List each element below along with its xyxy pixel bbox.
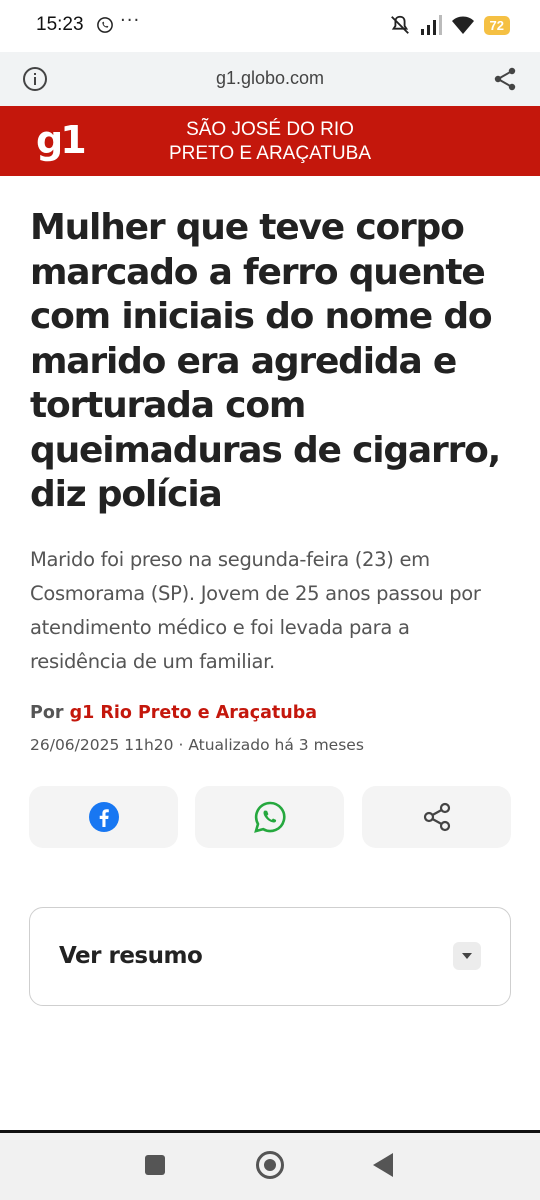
share-icon: [423, 802, 450, 832]
status-more-icon: ···: [120, 10, 141, 31]
share-icon[interactable]: [492, 66, 518, 92]
share-generic-button[interactable]: [362, 786, 511, 848]
byline: Por g1 Rio Preto e Araçatuba: [30, 703, 317, 723]
facebook-icon: [88, 802, 119, 832]
battery-indicator: 72: [483, 15, 510, 35]
share-facebook-button[interactable]: [29, 786, 178, 848]
byline-author[interactable]: g1 Rio Preto e Araçatuba: [70, 703, 317, 723]
g1-logo[interactable]: g1: [36, 118, 87, 162]
navigation-bar: [0, 1133, 540, 1200]
byline-prefix: Por: [30, 703, 64, 723]
summary-label: Ver resumo: [59, 943, 203, 969]
whatsapp-notification-icon: [97, 17, 113, 33]
home-icon[interactable]: [256, 1151, 284, 1179]
article-subtitle: Marido foi preso na segunda-feira (23) e…: [30, 548, 481, 673]
region-line-2: PRETO E ARAÇATUBA: [168, 143, 371, 164]
status-bar: 15:23 ··· 72: [0, 0, 540, 52]
whatsapp-icon: [253, 801, 286, 833]
region-title[interactable]: SÃO JOSÉ DO RIO PRETO E ARAÇATUBA: [130, 118, 410, 166]
article-headline: Mulher que teve corpo marcado a ferro qu…: [30, 207, 501, 515]
status-time: 15:23: [36, 14, 84, 35]
browser-url-bar: g1.globo.com: [0, 52, 540, 106]
wifi-icon: [451, 16, 474, 34]
chevron-down-icon[interactable]: [453, 942, 481, 970]
recents-icon[interactable]: [145, 1155, 165, 1175]
share-whatsapp-button[interactable]: [195, 786, 344, 848]
caret-down-icon: [462, 953, 472, 959]
url-text[interactable]: g1.globo.com: [0, 68, 540, 89]
summary-toggle-box[interactable]: Ver resumo: [29, 907, 511, 1006]
status-icons: 72: [389, 14, 510, 36]
back-icon[interactable]: [373, 1153, 393, 1177]
site-header: g1 SÃO JOSÉ DO RIO PRETO E ARAÇATUBA: [0, 106, 540, 176]
mute-icon: [390, 15, 409, 34]
dateline: 26/06/2025 11h20 · Atualizado há 3 meses: [30, 736, 364, 754]
signal-icon: [420, 15, 442, 35]
region-line-1: SÃO JOSÉ DO RIO: [186, 119, 354, 140]
